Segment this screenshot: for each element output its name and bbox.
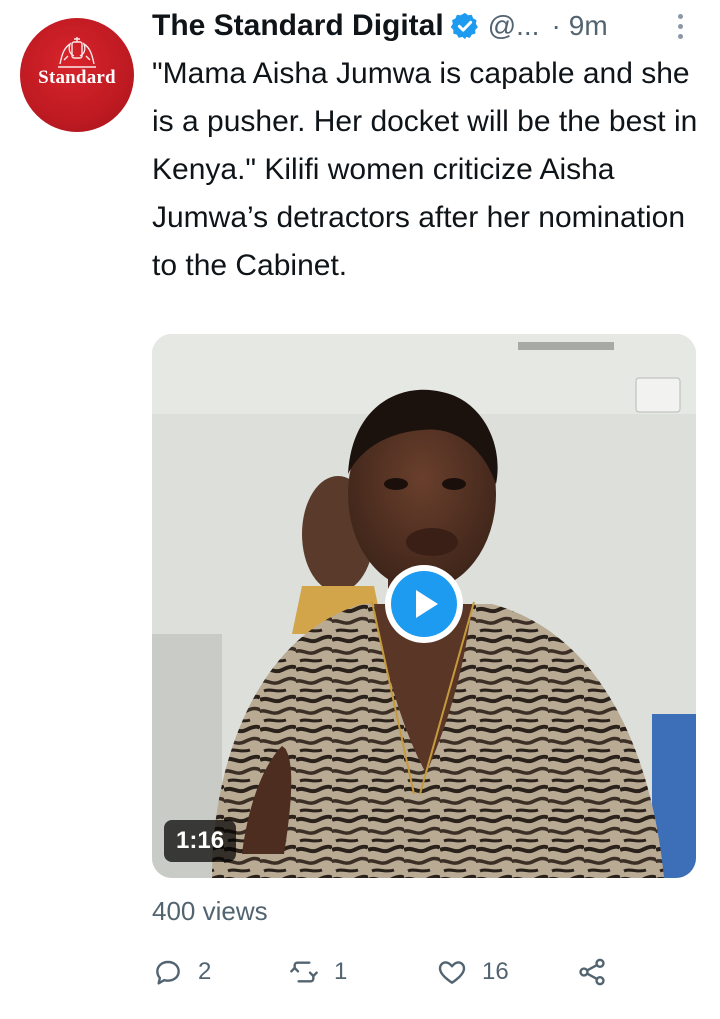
- reply-button[interactable]: 2: [152, 950, 211, 994]
- retweet-count: 1: [334, 958, 348, 985]
- share-icon: [579, 958, 605, 986]
- retweet-button[interactable]: 1: [288, 950, 347, 994]
- reply-count: 2: [198, 958, 212, 985]
- tweet-actions: 2 1 16: [152, 950, 712, 994]
- tweet-time[interactable]: 9m: [569, 10, 608, 42]
- avatar-brand-text: Standard: [38, 67, 116, 88]
- video-duration-badge: 1:16: [164, 820, 237, 862]
- separator-dot: ·: [551, 10, 561, 41]
- author-handle[interactable]: @...: [488, 10, 540, 42]
- like-button[interactable]: 16: [436, 950, 509, 994]
- more-vertical-icon[interactable]: [672, 14, 688, 44]
- verified-badge-icon: [450, 12, 478, 40]
- like-icon: [438, 961, 466, 984]
- avatar[interactable]: Standard: [20, 18, 134, 132]
- video-player[interactable]: 1:16: [152, 334, 696, 878]
- view-count: 400 views: [152, 896, 268, 926]
- author-name[interactable]: The Standard Digital: [152, 9, 444, 43]
- reply-icon: [156, 960, 180, 985]
- tweet-text: "Mama Aisha Jumwa is capable and she is …: [152, 57, 698, 282]
- retweet-icon: [290, 961, 318, 983]
- tweet-header: The Standard Digital @... · 9m: [152, 4, 712, 48]
- play-icon[interactable]: [385, 565, 463, 643]
- like-count: 16: [482, 958, 509, 985]
- share-button[interactable]: [576, 950, 608, 994]
